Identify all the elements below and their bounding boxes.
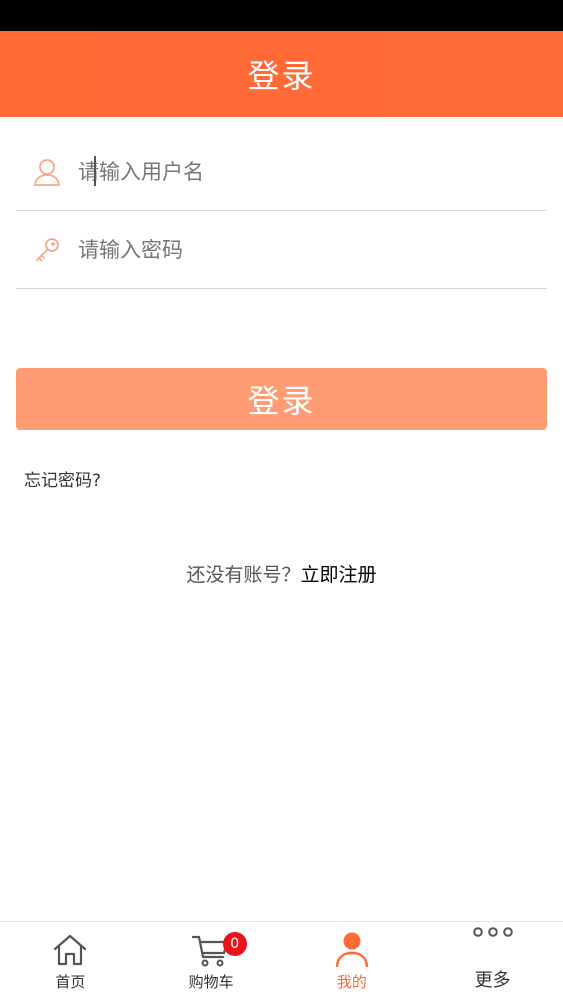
password-input[interactable] — [78, 229, 518, 270]
tab-more[interactable]: 更多 — [422, 922, 563, 1000]
home-icon — [52, 922, 88, 967]
password-field[interactable] — [16, 211, 547, 289]
text-caret — [94, 156, 96, 186]
tab-label: 首页 — [55, 973, 86, 991]
header-bar: 登录 — [0, 31, 563, 117]
user-icon — [335, 922, 369, 967]
page-title: 登录 — [247, 57, 316, 95]
bottom-tab-bar: 首页 0 购物车 我的 更多 — [0, 921, 563, 1000]
username-field[interactable] — [16, 133, 547, 211]
more-icon — [472, 922, 514, 962]
register-link[interactable]: 立即注册 — [301, 564, 377, 586]
tab-cart[interactable]: 0 购物车 — [141, 922, 282, 1000]
cart-count-badge: 0 — [222, 932, 247, 956]
tab-label: 购物车 — [188, 973, 234, 991]
forgot-password-link[interactable]: 忘记密码? — [24, 466, 101, 491]
tab-label: 我的 — [336, 973, 367, 991]
tab-mine[interactable]: 我的 — [282, 922, 423, 1000]
user-icon — [16, 152, 78, 192]
tab-label: 更多 — [474, 970, 511, 991]
status-bar — [0, 0, 563, 31]
register-line: 还没有账号？立即注册 — [0, 560, 563, 587]
username-input[interactable] — [78, 151, 518, 192]
register-prompt: 还没有账号？ — [186, 564, 301, 586]
tab-home[interactable]: 首页 — [0, 922, 141, 1000]
key-icon — [16, 230, 78, 270]
login-button[interactable]: 登录 — [16, 368, 547, 430]
